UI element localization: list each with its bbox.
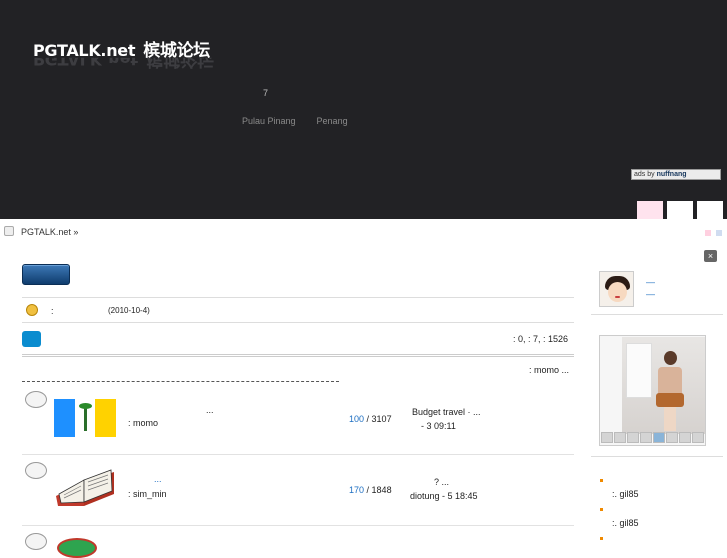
double-divider xyxy=(22,354,574,357)
header-links: Pulau Pinang Penang xyxy=(242,116,369,126)
slideshow-thumbnails xyxy=(601,432,704,443)
thumbnail-active[interactable] xyxy=(653,432,665,443)
forum-counts: 170 / 1848 xyxy=(349,485,392,495)
thumbnail[interactable] xyxy=(614,432,626,443)
thread-count: 1848 xyxy=(371,485,392,495)
moderator-info[interactable]: : momo ... xyxy=(529,365,569,375)
forum-counts: 100 / 3107 xyxy=(349,414,392,424)
forum-status-bubble-icon xyxy=(25,391,47,408)
forum-title[interactable]: ... xyxy=(154,474,162,484)
photo-figure-skirt xyxy=(656,393,684,407)
site-logo[interactable]: PGTALK.net 槟城论坛 xyxy=(33,36,210,61)
thread-count: 3107 xyxy=(371,414,392,424)
bullet-icon xyxy=(600,479,603,482)
forum-moderator[interactable]: : sim_min xyxy=(128,489,167,499)
slideshow-photo[interactable] xyxy=(622,337,705,434)
user-link-1[interactable]: — xyxy=(646,276,655,288)
home-icon[interactable] xyxy=(4,226,14,236)
forum-title[interactable]: ... xyxy=(206,405,214,415)
announcement-date[interactable]: (2010-10-4) xyxy=(108,306,150,315)
announcement-speaker-icon xyxy=(26,304,38,316)
divider xyxy=(22,322,574,323)
row-divider xyxy=(22,525,574,526)
color-swatch-white-2[interactable] xyxy=(697,201,723,219)
last-post-meta[interactable]: diotung - 5 18:45 xyxy=(410,491,478,501)
breadcrumb-bar xyxy=(0,219,727,243)
close-sidebar-button[interactable]: × xyxy=(704,250,717,262)
logo-text: PGTALK.net xyxy=(33,41,136,60)
category-collapse-button[interactable] xyxy=(22,331,41,347)
row-divider xyxy=(22,454,574,455)
flag-stripe-white xyxy=(74,399,96,437)
breadcrumb[interactable]: PGTALK.net » xyxy=(21,227,78,237)
user-avatar[interactable] xyxy=(599,271,634,307)
today-count: 170 xyxy=(349,485,365,495)
photo-figure-legs xyxy=(664,407,676,431)
thumbnail[interactable] xyxy=(640,432,652,443)
photo-figure-head xyxy=(664,351,677,365)
last-post-meta[interactable]: - 3 09:11 xyxy=(421,421,456,431)
ad-prefix: ads by xyxy=(634,171,655,178)
thumbnail[interactable] xyxy=(627,432,639,443)
last-post-title[interactable]: ? ... xyxy=(434,477,449,487)
mini-swatch-blue[interactable] xyxy=(716,230,722,236)
forum-status-bubble-icon xyxy=(25,533,47,550)
thumbnail-next[interactable] xyxy=(692,432,704,443)
color-swatch-white[interactable] xyxy=(667,201,693,219)
sidebar-divider xyxy=(591,456,723,457)
sidebar-user[interactable]: :. gil85 xyxy=(612,518,639,528)
flag-stripe-yellow xyxy=(95,399,117,437)
sidebar-user[interactable]: :. gil85 xyxy=(612,489,639,499)
announcement-label: : xyxy=(51,306,54,316)
color-swatch-pink[interactable] xyxy=(637,201,663,219)
open-book-icon[interactable] xyxy=(54,466,116,508)
forum-status-bubble-icon xyxy=(25,462,47,479)
forum-moderator[interactable]: : momo xyxy=(128,418,158,428)
palm-tree-leaves xyxy=(78,403,92,409)
forum-ball-icon[interactable] xyxy=(57,538,97,558)
thumbnail-prev[interactable] xyxy=(601,432,613,443)
link-pulau-pinang[interactable]: Pulau Pinang xyxy=(242,116,296,126)
new-post-button[interactable] xyxy=(22,264,70,285)
last-post-title[interactable]: Budget travel · ... xyxy=(412,407,481,417)
avatar-face xyxy=(608,282,627,302)
mini-swatch-pink[interactable] xyxy=(705,230,711,236)
header-number: 7 xyxy=(263,88,269,98)
bullet-icon xyxy=(600,537,603,540)
penang-flag-icon[interactable] xyxy=(54,399,117,437)
dashed-divider xyxy=(22,381,339,382)
flag-stripe-blue xyxy=(54,399,75,437)
thumbnail[interactable] xyxy=(679,432,691,443)
nuffnang-ad-badge[interactable]: ads by nuffnang xyxy=(631,169,721,180)
bullet-icon xyxy=(600,508,603,511)
today-count: 100 xyxy=(349,414,365,424)
photo-window xyxy=(626,343,652,398)
thumbnail[interactable] xyxy=(666,432,678,443)
user-links: — — xyxy=(646,276,655,300)
book-page-left xyxy=(58,479,85,504)
avatar-mouth xyxy=(615,296,620,298)
site-header xyxy=(0,0,727,219)
link-penang[interactable]: Penang xyxy=(317,116,348,126)
sidebar-divider xyxy=(591,314,723,315)
divider xyxy=(22,297,574,298)
user-link-2[interactable]: — xyxy=(646,288,655,300)
ad-brand: nuffnang xyxy=(656,171,687,178)
forum-stats: : 0, : 7, : 1526 xyxy=(513,334,569,344)
